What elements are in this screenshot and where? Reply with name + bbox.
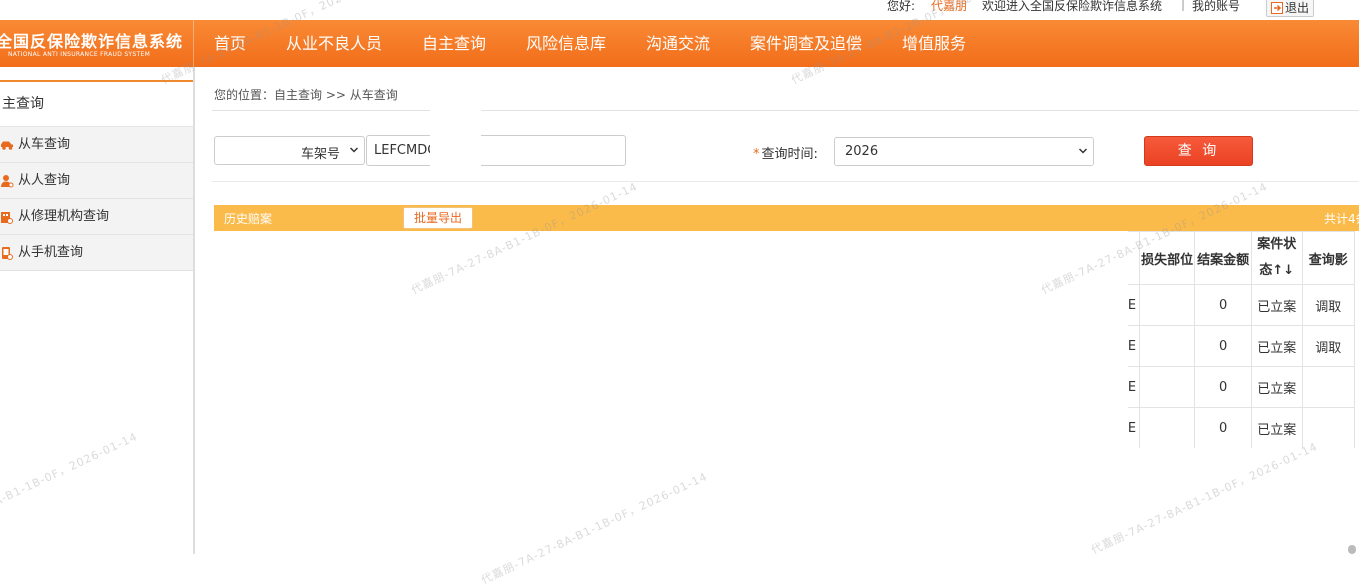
history-table-visible-part: 损失部位 结案金额 案件状态↑↓ 查询影 E 0 已立案 调取 E 0 已立案 …: [1128, 231, 1359, 448]
table-cell: 已立案: [1250, 325, 1303, 367]
main-navbar: 全国反保险欺诈信息系统 NATIONAL ANTI INSURANCE FRAU…: [0, 20, 1359, 67]
table-cell: E: [1128, 325, 1140, 367]
redaction-mask: [430, 108, 481, 184]
table-cell: 0: [1194, 407, 1252, 448]
scrollbar-thumb[interactable]: [1348, 545, 1356, 554]
table-cell: [1138, 407, 1196, 448]
table-cell-link[interactable]: 调取: [1301, 284, 1356, 326]
table-cell: [1301, 366, 1356, 408]
total-count: 共计4条: [1324, 212, 1359, 226]
table-cell: [1138, 366, 1196, 408]
query-type-value: 车架号: [300, 147, 340, 162]
breadcrumb: 您的位置：自主查询 >> 从车查询: [214, 88, 398, 102]
nav-value-added[interactable]: 增值服务: [902, 20, 966, 67]
table-cell: E: [1128, 366, 1140, 408]
table-header-row: 损失部位 结案金额 案件状态↑↓ 查询影: [1128, 231, 1356, 285]
person-icon: [1, 175, 14, 188]
logout-label: 退出: [1285, 1, 1310, 15]
table-row: E 0 已立案 调取: [1128, 284, 1356, 326]
table-header-cell: 结案金额: [1194, 231, 1252, 285]
table-header-sortable[interactable]: 案件状态↑↓: [1250, 231, 1303, 285]
welcome-text: 欢迎进入全国反保险欺诈信息系统: [982, 0, 1163, 13]
table-cell-link[interactable]: 调取: [1301, 325, 1356, 367]
sidebar-divider: [193, 67, 195, 554]
nav-self-query[interactable]: 自主查询: [422, 20, 486, 67]
table-row: E 0 已立案 调取: [1128, 325, 1356, 367]
nav-risk-database[interactable]: 风险信息库: [526, 20, 606, 67]
repair-shop-icon: [1, 212, 13, 224]
query-time-value: 2026: [845, 144, 879, 159]
table-row: E 0 已立案: [1128, 366, 1356, 408]
table-cell: [1301, 407, 1356, 448]
chevron-down-icon: [350, 147, 358, 153]
nav-communication[interactable]: 沟通交流: [646, 20, 710, 67]
sidebar-item-person-query[interactable]: 从人查询: [0, 163, 193, 199]
greeting-text: 您好:: [887, 0, 916, 13]
table-cell: 0: [1194, 284, 1252, 326]
history-title: 历史赔案: [224, 212, 273, 226]
form-divider: [212, 181, 1359, 182]
query-time-select[interactable]: 2026: [834, 137, 1094, 166]
phone-icon: [2, 247, 13, 260]
sidebar-item-vehicle-query[interactable]: 从车查询: [0, 127, 193, 163]
vin-input[interactable]: LEFCMDC 1103: [366, 135, 626, 166]
table-cell: E: [1128, 284, 1140, 326]
sidebar-item-phone-query[interactable]: 从手机查询: [0, 235, 193, 271]
my-account-link[interactable]: 我的账号: [1192, 0, 1240, 14]
logout-button[interactable]: 退出: [1266, 0, 1314, 17]
sidebar-item-repair-shop-query[interactable]: 从修理机构查询: [0, 199, 193, 235]
sidebar-item-label: 从手机查询: [18, 245, 84, 260]
sidebar-item-label: 从人查询: [18, 173, 71, 188]
nav-bad-practitioners[interactable]: 从业不良人员: [286, 20, 382, 67]
redaction-mask: [213, 239, 1128, 512]
nav-case-investigation[interactable]: 案件调查及追偿: [750, 20, 862, 67]
table-cell: [1138, 284, 1196, 326]
table-cell: 0: [1194, 366, 1252, 408]
query-time-label: * 查询时间:: [753, 143, 818, 162]
query-button[interactable]: 查 询: [1144, 136, 1253, 166]
history-claims-bar: 历史赔案 批量导出 共计4条: [214, 205, 1359, 231]
table-header-cell: 查询影: [1301, 231, 1356, 285]
breadcrumb-divider: [212, 110, 1359, 111]
username-text: 代嘉朋: [931, 0, 968, 13]
table-header-cell: 损失部位: [1138, 231, 1196, 285]
query-time-label-text: 查询时间:: [761, 147, 818, 162]
required-marker: *: [753, 147, 760, 162]
table-header-cell: [1128, 231, 1140, 285]
table-cell: [1138, 325, 1196, 367]
system-logo[interactable]: 全国反保险欺诈信息系统 NATIONAL ANTI INSURANCE FRAU…: [0, 20, 193, 67]
sidebar-item-label: 从车查询: [18, 137, 71, 152]
chevron-down-icon: [1079, 148, 1087, 154]
table-cell: 已立案: [1250, 407, 1303, 448]
logo-title-cn: 全国反保险欺诈信息系统: [0, 32, 184, 51]
query-type-select[interactable]: 车架号: [214, 136, 365, 165]
table-cell: 0: [1194, 325, 1252, 367]
table-cell: 已立案: [1250, 366, 1303, 408]
table-cell: 已立案: [1250, 284, 1303, 326]
history-table: 损失部位 结案金额 案件状态↑↓ 查询影 E 0 已立案 调取 E 0 已立案 …: [1128, 231, 1356, 448]
nav-home[interactable]: 首页: [214, 20, 246, 67]
table-row: E 0 已立案: [1128, 407, 1356, 448]
batch-export-button[interactable]: 批量导出: [403, 207, 473, 229]
top-strip: 您好: 代嘉朋 欢迎进入全国反保险欺诈信息系统 | 我的账号 退出: [0, 0, 1359, 20]
table-cell: E: [1128, 407, 1140, 448]
car-icon: [1, 141, 13, 150]
logo-title-en: NATIONAL ANTI INSURANCE FRAUD SYSTEM: [8, 51, 151, 58]
sidebar-item-label: 从修理机构查询: [18, 209, 110, 224]
logout-icon: [1271, 1, 1283, 14]
separator: |: [1181, 0, 1186, 11]
logo-divider: [193, 20, 194, 67]
sidebar-header: 主查询: [0, 82, 193, 127]
